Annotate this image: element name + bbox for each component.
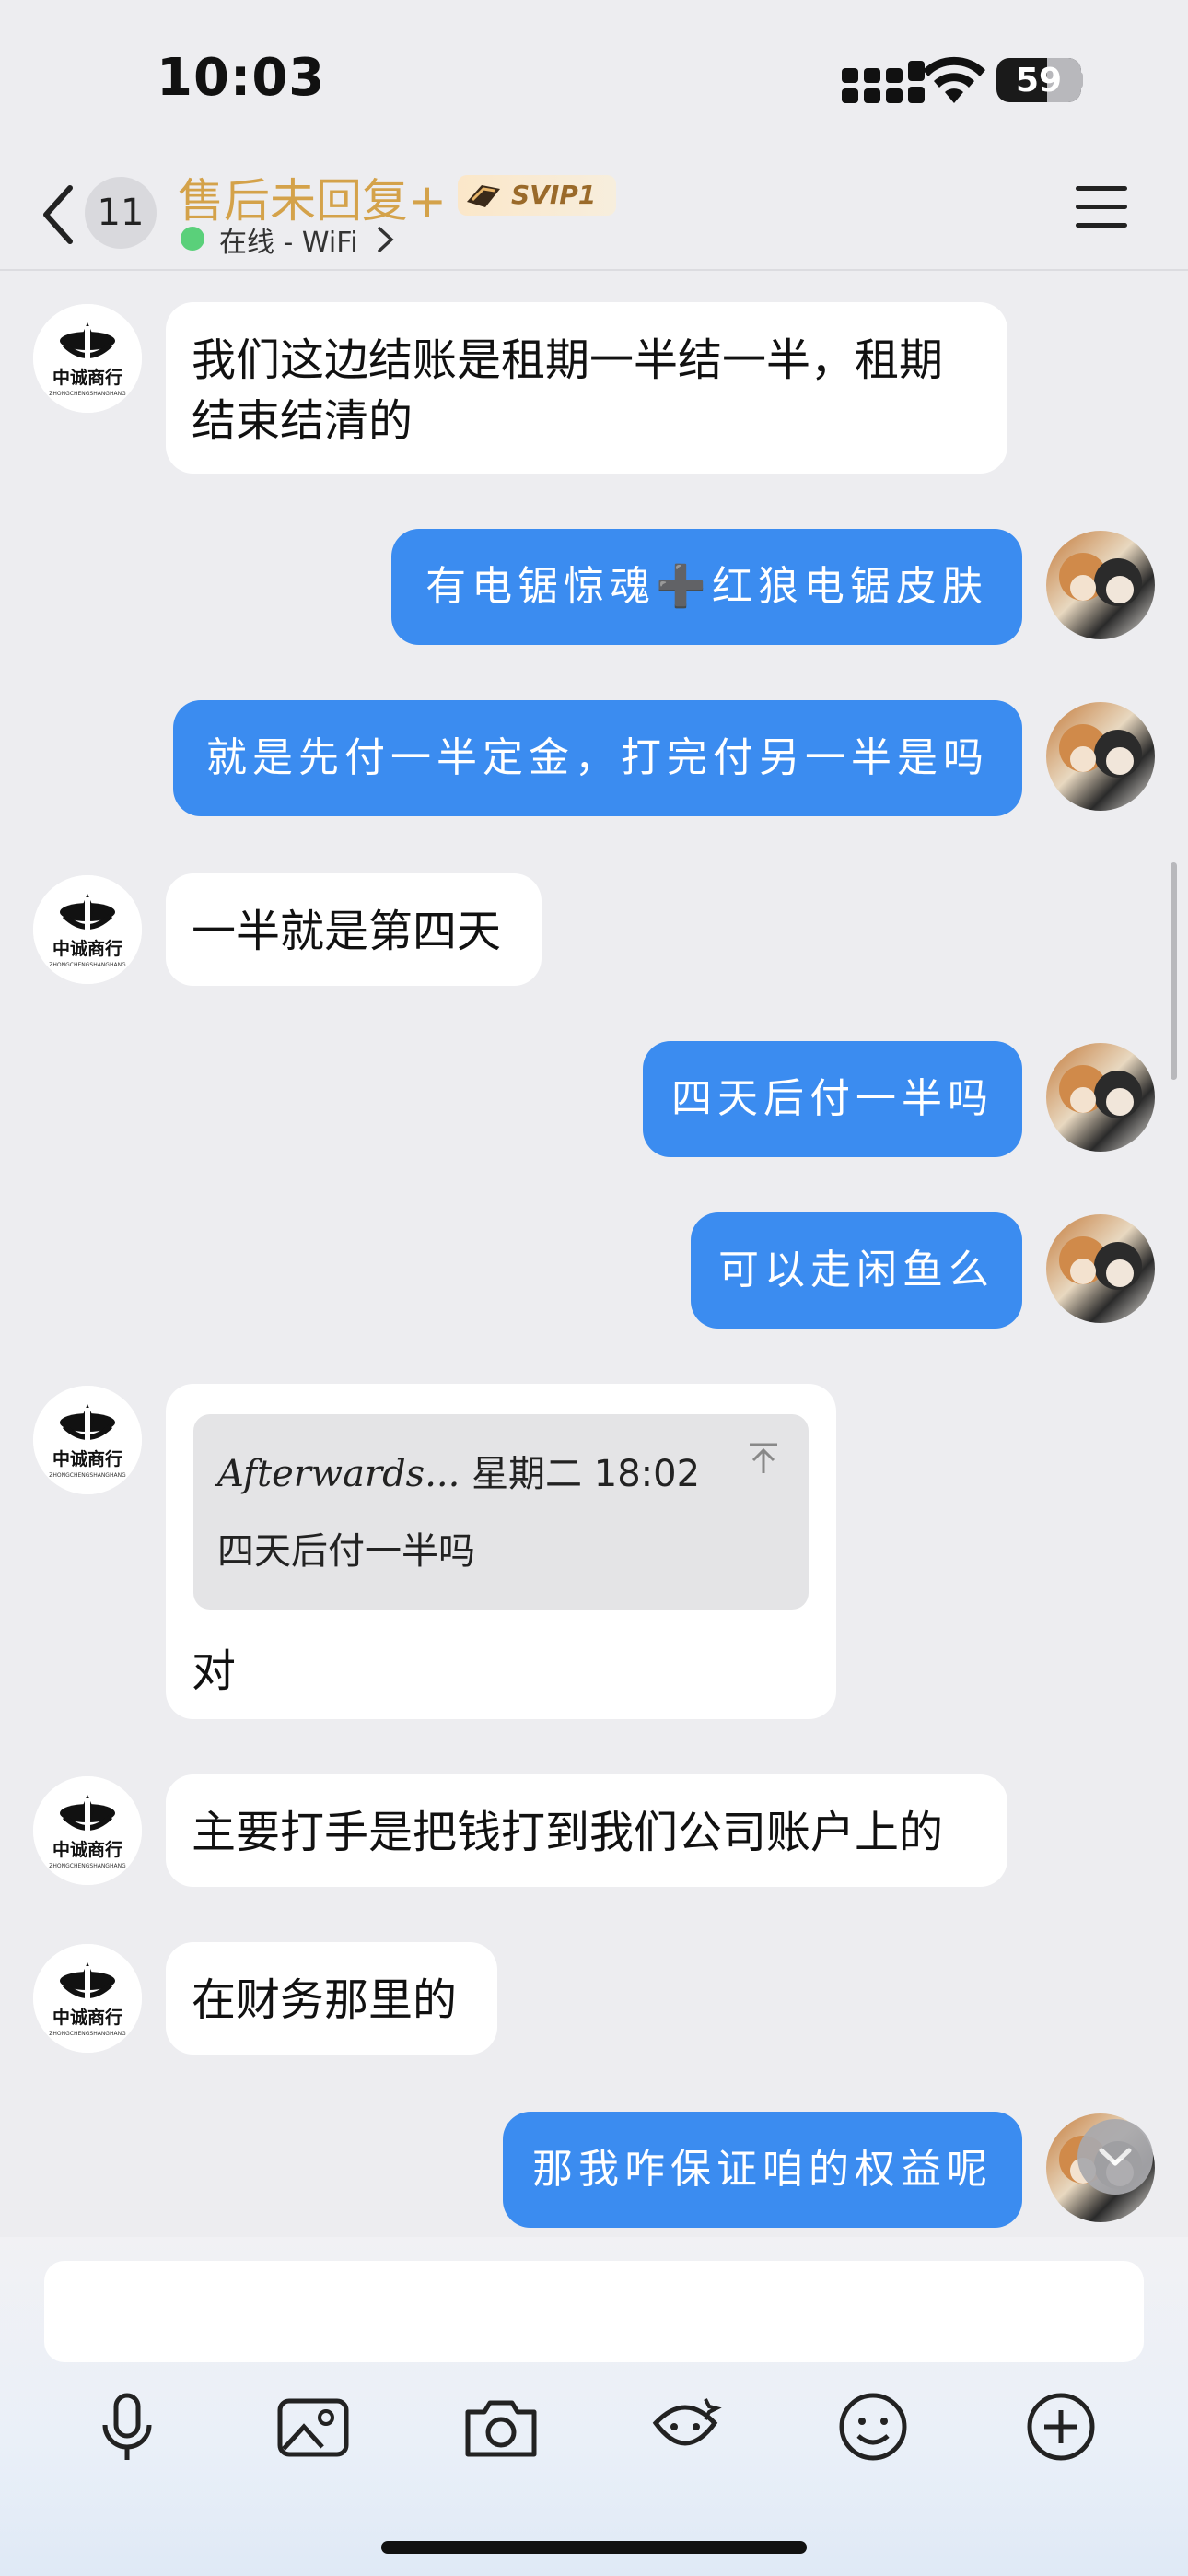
camera-icon[interactable] xyxy=(460,2386,542,2467)
my-avatar[interactable] xyxy=(1046,1214,1155,1323)
unread-count-badge[interactable]: 11 xyxy=(85,177,157,249)
scrollbar[interactable] xyxy=(1171,862,1177,1080)
incoming-message[interactable]: 我们这边结账是租期一半结一半，租期结束结清的 xyxy=(166,302,1007,474)
chevron-right-icon[interactable] xyxy=(376,225,396,254)
message-input[interactable] xyxy=(44,2261,1144,2362)
quote-header: Afterwards... 星期二 18:02 xyxy=(217,1444,700,1497)
plus-icon[interactable] xyxy=(1020,2386,1101,2467)
contact-avatar[interactable] xyxy=(33,1776,142,1885)
scroll-to-bottom-button[interactable] xyxy=(1077,2119,1153,2195)
jump-to-top-icon[interactable] xyxy=(748,1442,779,1475)
sticker-icon[interactable] xyxy=(645,2386,726,2467)
quote-time: 星期二 18:02 xyxy=(472,1453,701,1495)
incoming-message[interactable]: 在财务那里的 xyxy=(166,1942,497,2055)
svip-wing-icon xyxy=(467,185,500,207)
contact-avatar[interactable] xyxy=(33,1944,142,2053)
reply-text: 对 xyxy=(192,1645,237,1697)
svip-badge[interactable]: SVIP1 xyxy=(458,175,617,216)
contact-avatar[interactable] xyxy=(33,875,142,984)
contact-avatar[interactable] xyxy=(33,1386,142,1494)
incoming-message[interactable]: 一半就是第四天 xyxy=(166,873,542,986)
my-avatar[interactable] xyxy=(1046,702,1155,811)
chat-header: 11 售后未回复+ SVIP1 在线 - WiFi xyxy=(0,157,1188,271)
online-status-dot xyxy=(181,227,204,251)
outgoing-message[interactable]: 有电锯惊魂➕红狼电锯皮肤 xyxy=(391,529,1022,645)
wifi-icon xyxy=(923,56,985,103)
quote-text: 四天后付一半吗 xyxy=(217,1530,475,1573)
home-indicator xyxy=(381,2541,807,2554)
image-icon[interactable] xyxy=(273,2386,354,2467)
my-avatar[interactable] xyxy=(1046,531,1155,639)
quote-author: Afterwards... xyxy=(217,1453,460,1495)
status-time: 10:03 xyxy=(157,48,326,108)
incoming-message[interactable]: 主要打手是把钱打到我们公司账户上的 xyxy=(166,1774,1007,1887)
composer xyxy=(0,2237,1188,2576)
outgoing-message[interactable]: 可以走闲鱼么 xyxy=(691,1212,1022,1329)
presence-text[interactable]: 在线 - WiFi xyxy=(219,219,358,260)
battery-icon: 59 xyxy=(996,58,1081,102)
svip-label: SVIP1 xyxy=(511,180,597,210)
battery-level: 59 xyxy=(1015,62,1063,100)
outgoing-message[interactable]: 那我咋保证咱的权益呢 xyxy=(503,2112,1022,2228)
chevron-down-icon xyxy=(1099,2148,1132,2166)
emoji-icon[interactable] xyxy=(833,2386,914,2467)
back-chevron-icon[interactable] xyxy=(39,182,79,247)
status-bar: 10:03 59 xyxy=(0,0,1188,157)
my-avatar[interactable] xyxy=(1046,1043,1155,1152)
menu-icon[interactable] xyxy=(1076,186,1127,232)
contact-avatar[interactable] xyxy=(33,304,142,413)
quoted-message[interactable]: Afterwards... 星期二 18:02 四天后付一半吗 xyxy=(193,1414,809,1610)
outgoing-message[interactable]: 就是先付一半定金，打完付另一半是吗 xyxy=(173,700,1022,816)
microphone-icon[interactable] xyxy=(87,2386,168,2467)
outgoing-message[interactable]: 四天后付一半吗 xyxy=(643,1041,1022,1157)
